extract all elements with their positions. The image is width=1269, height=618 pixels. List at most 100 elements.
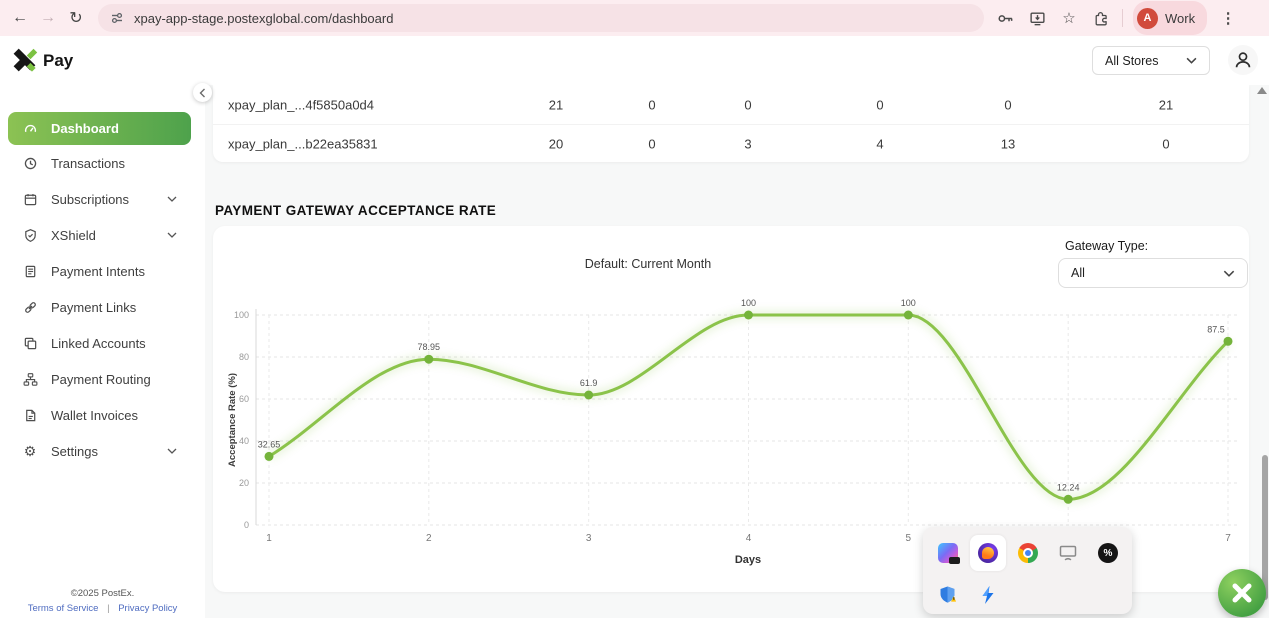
person-icon bbox=[1233, 50, 1253, 70]
svg-text:7: 7 bbox=[1225, 533, 1231, 544]
svg-text:1: 1 bbox=[266, 533, 272, 544]
sidebar-item-linked-accounts[interactable]: Linked Accounts bbox=[0, 325, 205, 361]
blue-bolt-app-icon[interactable] bbox=[978, 585, 998, 605]
sidebar-item-wallet-invoices[interactable]: Wallet Invoices bbox=[0, 397, 205, 433]
table-row: xpay_plan_...b22ea35831 20 0 3 4 13 0 bbox=[213, 124, 1249, 163]
store-selector[interactable]: All Stores bbox=[1092, 46, 1210, 75]
table-cell: 21 bbox=[1136, 97, 1196, 112]
payment-intents-document-icon bbox=[22, 263, 38, 279]
brand-text: Pay bbox=[43, 51, 73, 71]
sidebar-item-payment-routing[interactable]: Payment Routing bbox=[0, 361, 205, 397]
xpay-logo: Pay bbox=[12, 47, 73, 74]
sidebar-item-label: XShield bbox=[51, 228, 96, 243]
sidebar-item-label: Payment Routing bbox=[51, 372, 151, 387]
footer-separator: | bbox=[107, 603, 109, 614]
sidebar-item-label: Payment Links bbox=[51, 300, 136, 315]
profile-avatar: A bbox=[1137, 8, 1158, 29]
browser-back-button[interactable]: ← bbox=[6, 4, 34, 32]
scrollbar-up-arrow[interactable] bbox=[1257, 87, 1267, 94]
bookmark-star-icon[interactable]: ☆ bbox=[1058, 7, 1080, 29]
app-header: Pay All Stores bbox=[0, 36, 1269, 85]
sidebar-item-label: Settings bbox=[51, 444, 98, 459]
sidebar-item-label: Linked Accounts bbox=[51, 336, 146, 351]
install-app-icon[interactable] bbox=[1026, 7, 1048, 29]
xpay-chat-fab[interactable] bbox=[1218, 569, 1266, 617]
sidebar-item-settings[interactable]: ⚙ Settings bbox=[0, 433, 205, 469]
section-title: PAYMENT GATEWAY ACCEPTANCE RATE bbox=[215, 203, 496, 218]
system-tray-popup: % bbox=[923, 527, 1132, 614]
sidebar-item-label: Dashboard bbox=[51, 121, 119, 136]
table-cell: 20 bbox=[526, 137, 586, 152]
table-cell: 0 bbox=[850, 97, 910, 112]
sidebar-item-payment-intents[interactable]: Payment Intents bbox=[0, 253, 205, 289]
plans-table-card: xpay_plan_...4f5850a0d4 21 0 0 0 0 21 xp… bbox=[213, 85, 1249, 162]
sidebar-item-dashboard[interactable]: Dashboard bbox=[8, 112, 191, 145]
sidebar-item-transactions[interactable]: Transactions bbox=[0, 145, 205, 181]
svg-text:2: 2 bbox=[426, 533, 432, 544]
plan-id: xpay_plan_...4f5850a0d4 bbox=[228, 97, 374, 112]
sidebar-item-label: Transactions bbox=[51, 156, 125, 171]
svg-text:100: 100 bbox=[741, 298, 756, 308]
svg-text:4: 4 bbox=[746, 533, 752, 544]
scrollbar-thumb[interactable] bbox=[1262, 455, 1268, 600]
security-shield-warning-icon[interactable] bbox=[938, 585, 958, 605]
svg-text:5: 5 bbox=[906, 533, 912, 544]
table-cell: 0 bbox=[1136, 137, 1196, 152]
svg-text:61.9: 61.9 bbox=[580, 378, 598, 388]
chevron-down-icon bbox=[167, 448, 177, 454]
xshield-shield-icon bbox=[22, 227, 38, 243]
copyright-text: ©2025 PostEx. bbox=[0, 588, 205, 599]
password-manager-icon[interactable] bbox=[994, 7, 1016, 29]
sidebar: Dashboard Transactions Subscriptions XSh… bbox=[0, 85, 205, 618]
table-cell: 4 bbox=[850, 137, 910, 152]
store-selector-value: All Stores bbox=[1105, 54, 1159, 68]
display-device-icon[interactable] bbox=[1058, 543, 1078, 563]
browser-forward-button[interactable]: → bbox=[34, 4, 62, 32]
user-profile-button[interactable] bbox=[1228, 45, 1258, 75]
firefox-nightly-icon[interactable] bbox=[978, 543, 998, 563]
browser-refresh-button[interactable]: ↻ bbox=[62, 4, 90, 32]
chevron-down-icon bbox=[167, 232, 177, 238]
toolbar-divider bbox=[1122, 9, 1123, 27]
sidebar-item-payment-links[interactable]: Payment Links bbox=[0, 289, 205, 325]
svg-text:3: 3 bbox=[586, 533, 592, 544]
terms-of-service-link[interactable]: Terms of Service bbox=[28, 603, 99, 614]
browser-toolbar: ← → ↻ xpay-app-stage.postexglobal.com/da… bbox=[0, 0, 1269, 36]
table-cell: 0 bbox=[718, 97, 778, 112]
colorful-app-icon[interactable] bbox=[938, 543, 958, 563]
svg-text:32.65: 32.65 bbox=[258, 439, 281, 449]
sidebar-item-label: Payment Intents bbox=[51, 264, 145, 279]
chevron-down-icon bbox=[167, 196, 177, 202]
chevron-down-icon bbox=[1186, 57, 1197, 64]
browser-profile-chip[interactable]: A Work bbox=[1133, 1, 1207, 35]
url-text: xpay-app-stage.postexglobal.com/dashboar… bbox=[134, 11, 393, 26]
payment-links-link-icon bbox=[22, 299, 38, 315]
address-bar[interactable]: xpay-app-stage.postexglobal.com/dashboar… bbox=[98, 4, 984, 32]
table-cell: 0 bbox=[978, 97, 1038, 112]
table-cell: 0 bbox=[622, 97, 682, 112]
table-cell: 3 bbox=[718, 137, 778, 152]
table-row: xpay_plan_...4f5850a0d4 21 0 0 0 0 21 bbox=[213, 85, 1249, 124]
transactions-clock-icon bbox=[22, 155, 38, 171]
browser-menu-icon[interactable]: ⋮ bbox=[1217, 7, 1239, 29]
table-cell: 0 bbox=[622, 137, 682, 152]
svg-text:40: 40 bbox=[239, 436, 249, 446]
svg-text:100: 100 bbox=[234, 310, 249, 320]
svg-text:78.95: 78.95 bbox=[418, 342, 441, 352]
site-permissions-icon bbox=[110, 11, 124, 25]
sidebar-item-xshield[interactable]: XShield bbox=[0, 217, 205, 253]
dashboard-gauge-icon bbox=[22, 121, 38, 137]
xpay-x-mark-icon bbox=[1229, 580, 1255, 606]
chrome-icon[interactable] bbox=[1018, 543, 1038, 563]
svg-text:Days: Days bbox=[735, 554, 761, 566]
settings-gear-icon: ⚙ bbox=[22, 443, 38, 459]
extensions-icon[interactable] bbox=[1090, 7, 1112, 29]
black-circle-app-icon[interactable]: % bbox=[1098, 543, 1118, 563]
privacy-policy-link[interactable]: Privacy Policy bbox=[118, 603, 177, 614]
sidebar-footer: ©2025 PostEx. Terms of Service | Privacy… bbox=[0, 588, 205, 614]
svg-text:100: 100 bbox=[901, 298, 916, 308]
svg-text:80: 80 bbox=[239, 352, 249, 362]
sidebar-collapse-button[interactable] bbox=[193, 83, 212, 102]
svg-text:0: 0 bbox=[244, 520, 249, 530]
sidebar-item-subscriptions[interactable]: Subscriptions bbox=[0, 181, 205, 217]
